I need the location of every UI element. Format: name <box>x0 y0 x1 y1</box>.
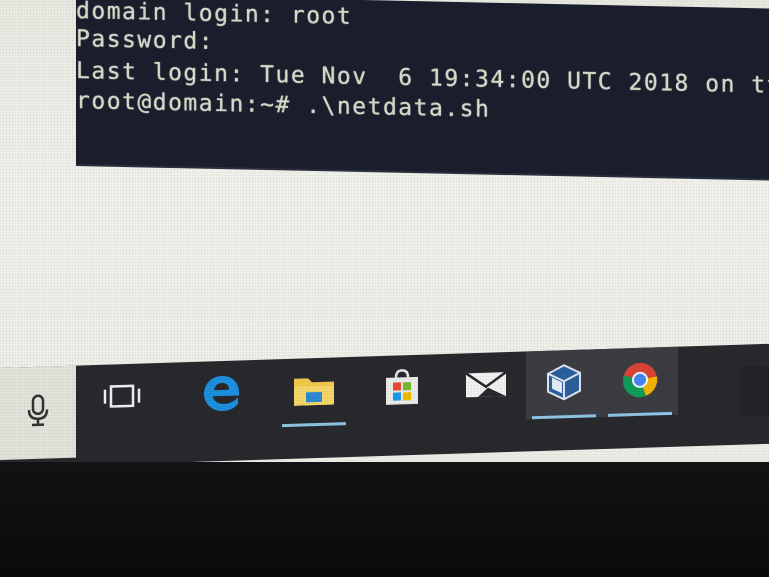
mail-icon <box>464 369 508 404</box>
file-explorer-button[interactable] <box>276 357 352 428</box>
cortana-microphone-button[interactable] <box>0 365 76 460</box>
virtualbox-icon <box>544 362 584 407</box>
virtualbox-button[interactable] <box>526 349 602 420</box>
microphone-icon <box>25 393 51 432</box>
store-icon <box>382 367 422 412</box>
monitor-bezel <box>0 462 769 577</box>
file-explorer-icon <box>292 371 336 412</box>
chrome-running-indicator <box>608 411 672 417</box>
chrome-button[interactable] <box>602 346 678 418</box>
task-view-button[interactable] <box>84 363 160 433</box>
taskbar-right-area <box>740 366 769 416</box>
virtualbox-running-indicator <box>532 414 596 420</box>
chrome-icon <box>620 359 660 404</box>
taskbar <box>0 342 769 468</box>
store-button[interactable] <box>364 354 440 424</box>
terminal-line-password: Password: <box>76 26 215 55</box>
file-explorer-running-indicator <box>282 422 346 428</box>
edge-button[interactable] <box>184 360 260 430</box>
edge-icon <box>201 371 243 418</box>
task-view-icon <box>102 383 142 414</box>
monitor-screen: domain login: root Password: Last login:… <box>0 0 769 470</box>
terminal-line-command[interactable]: root@domain:~# .\netdata.sh <box>76 88 490 123</box>
terminal-line-login: domain login: root <box>76 0 353 30</box>
terminal-window[interactable]: domain login: root Password: Last login:… <box>76 0 769 180</box>
mail-button[interactable] <box>448 352 524 422</box>
